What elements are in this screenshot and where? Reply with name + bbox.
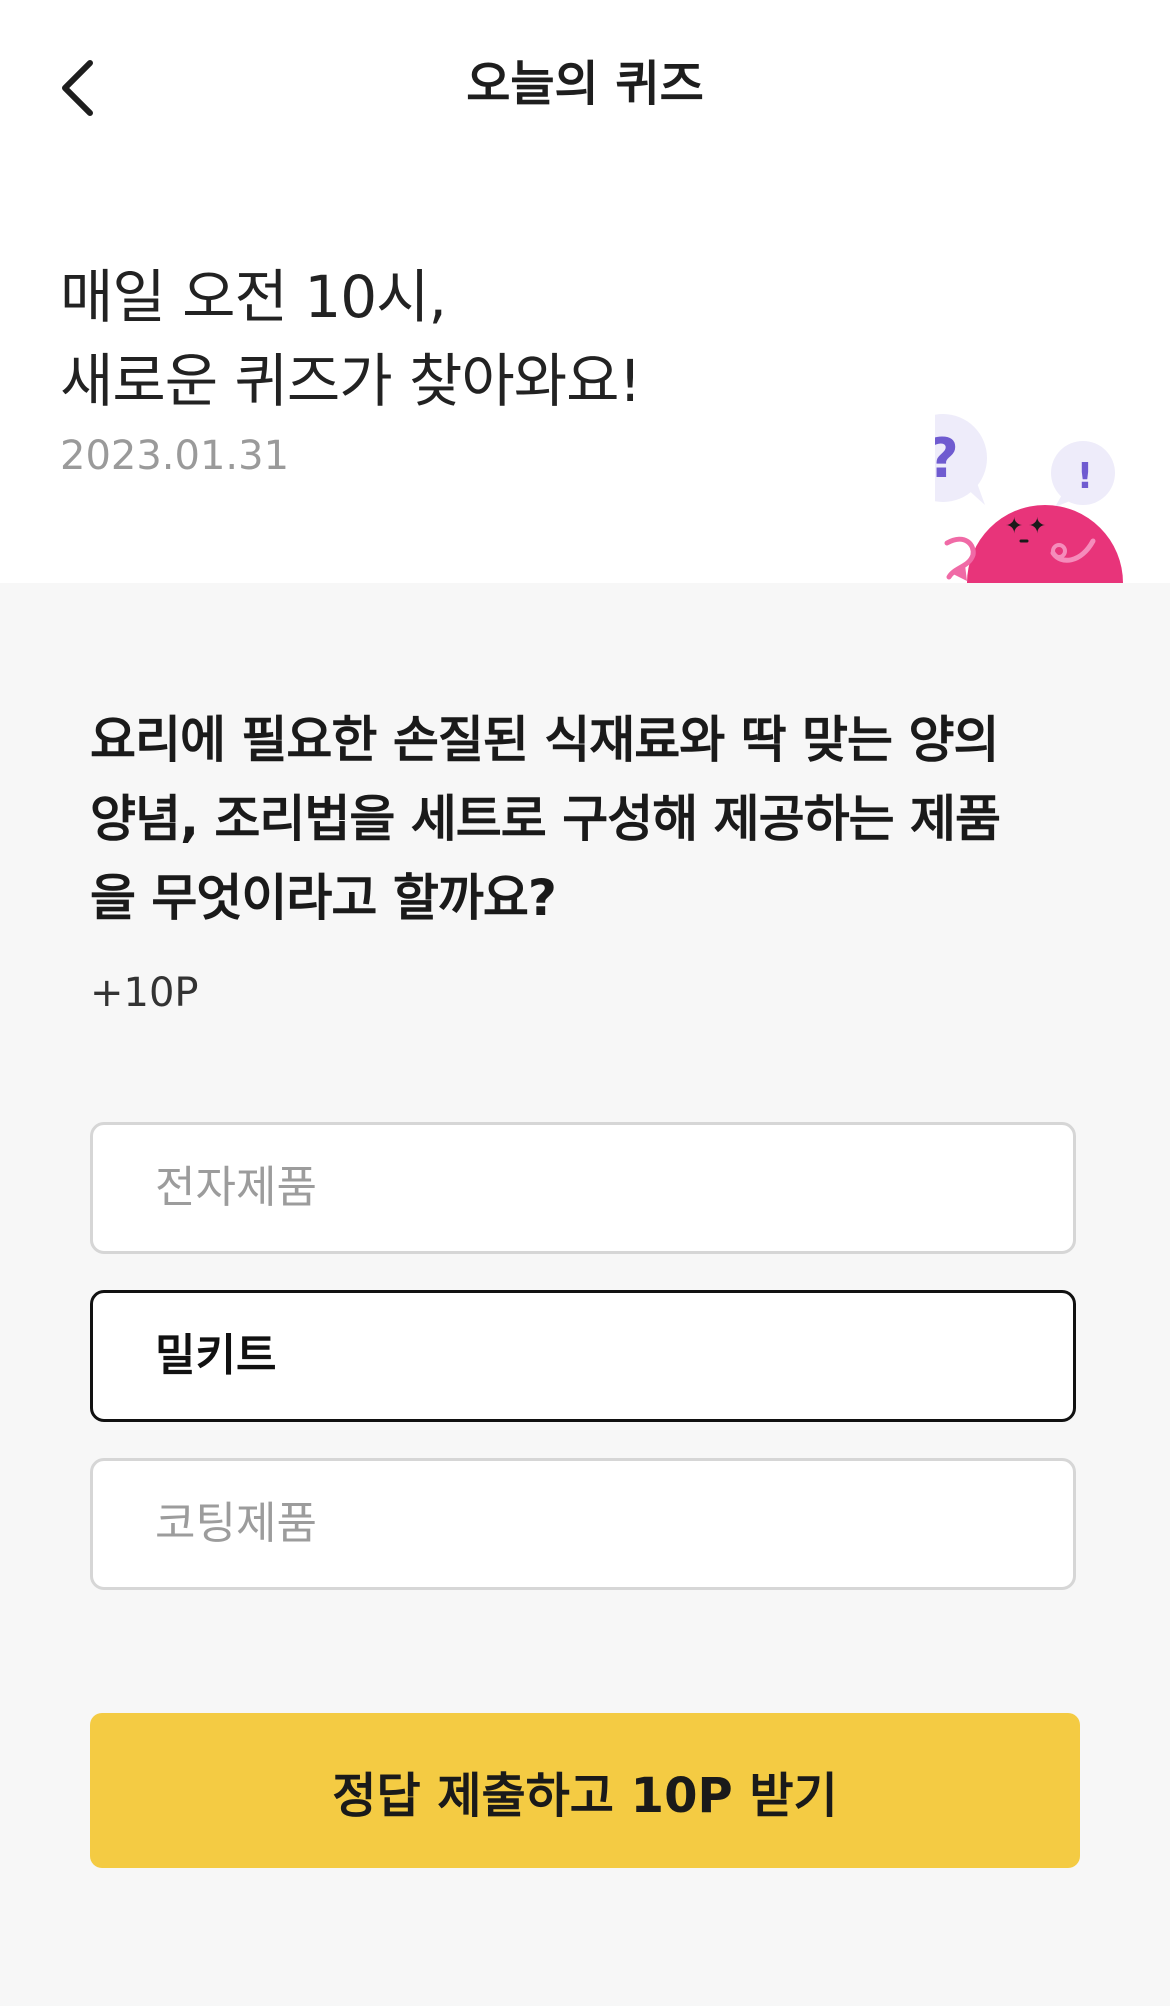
quiz-question: 요리에 필요한 손질된 식재료와 딱 맞는 양의 양념, 조리법을 세트로 구성…	[90, 701, 1080, 938]
svg-text:✦: ✦	[1005, 514, 1023, 539]
intro-line-2: 새로운 퀴즈가 찾아와요!	[60, 347, 642, 415]
question-mark-text: ?	[935, 427, 959, 490]
points-reward: +10P	[90, 970, 199, 1016]
svg-text:✦: ✦	[1028, 514, 1046, 539]
intro-section: 매일 오전 10시, 새로운 퀴즈가 찾아와요! 2023.01.31	[60, 255, 880, 481]
intro-line-1: 매일 오전 10시,	[60, 263, 447, 331]
question-line: 요리에 필요한 손질된 식재료와 딱 맞는 양의	[90, 711, 999, 769]
answer-option-label: 코팅제품	[155, 1498, 317, 1549]
page-title: 오늘의 퀴즈	[466, 56, 704, 112]
exclamation-mark-text: !	[1077, 456, 1093, 497]
answer-option-label: 밀키트	[155, 1330, 277, 1381]
answer-option-1[interactable]: 전자제품	[90, 1122, 1076, 1254]
question-bubble-icon: ?	[935, 414, 987, 505]
quiz-area: 요리에 필요한 손질된 식재료와 딱 맞는 양의 양념, 조리법을 세트로 구성…	[0, 583, 1170, 2006]
answer-option-3[interactable]: 코팅제품	[90, 1458, 1076, 1590]
answer-option-2[interactable]: 밀키트	[90, 1290, 1076, 1422]
mascot-illustration: ? ! ✦ ✦	[935, 405, 1135, 585]
quiz-date: 2023.01.31	[60, 433, 290, 479]
question-line: 양념, 조리법을 세트로 구성해 제공하는 제품	[90, 790, 1001, 848]
character-icon: ✦ ✦	[944, 505, 1123, 585]
header: 오늘의 퀴즈	[0, 0, 1170, 170]
question-line: 을 무엇이라고 할까요?	[90, 869, 557, 927]
answer-option-label: 전자제품	[155, 1162, 317, 1213]
exclamation-bubble-icon: !	[1051, 441, 1115, 507]
submit-answer-button[interactable]: 정답 제출하고 10P 받기	[90, 1713, 1080, 1868]
